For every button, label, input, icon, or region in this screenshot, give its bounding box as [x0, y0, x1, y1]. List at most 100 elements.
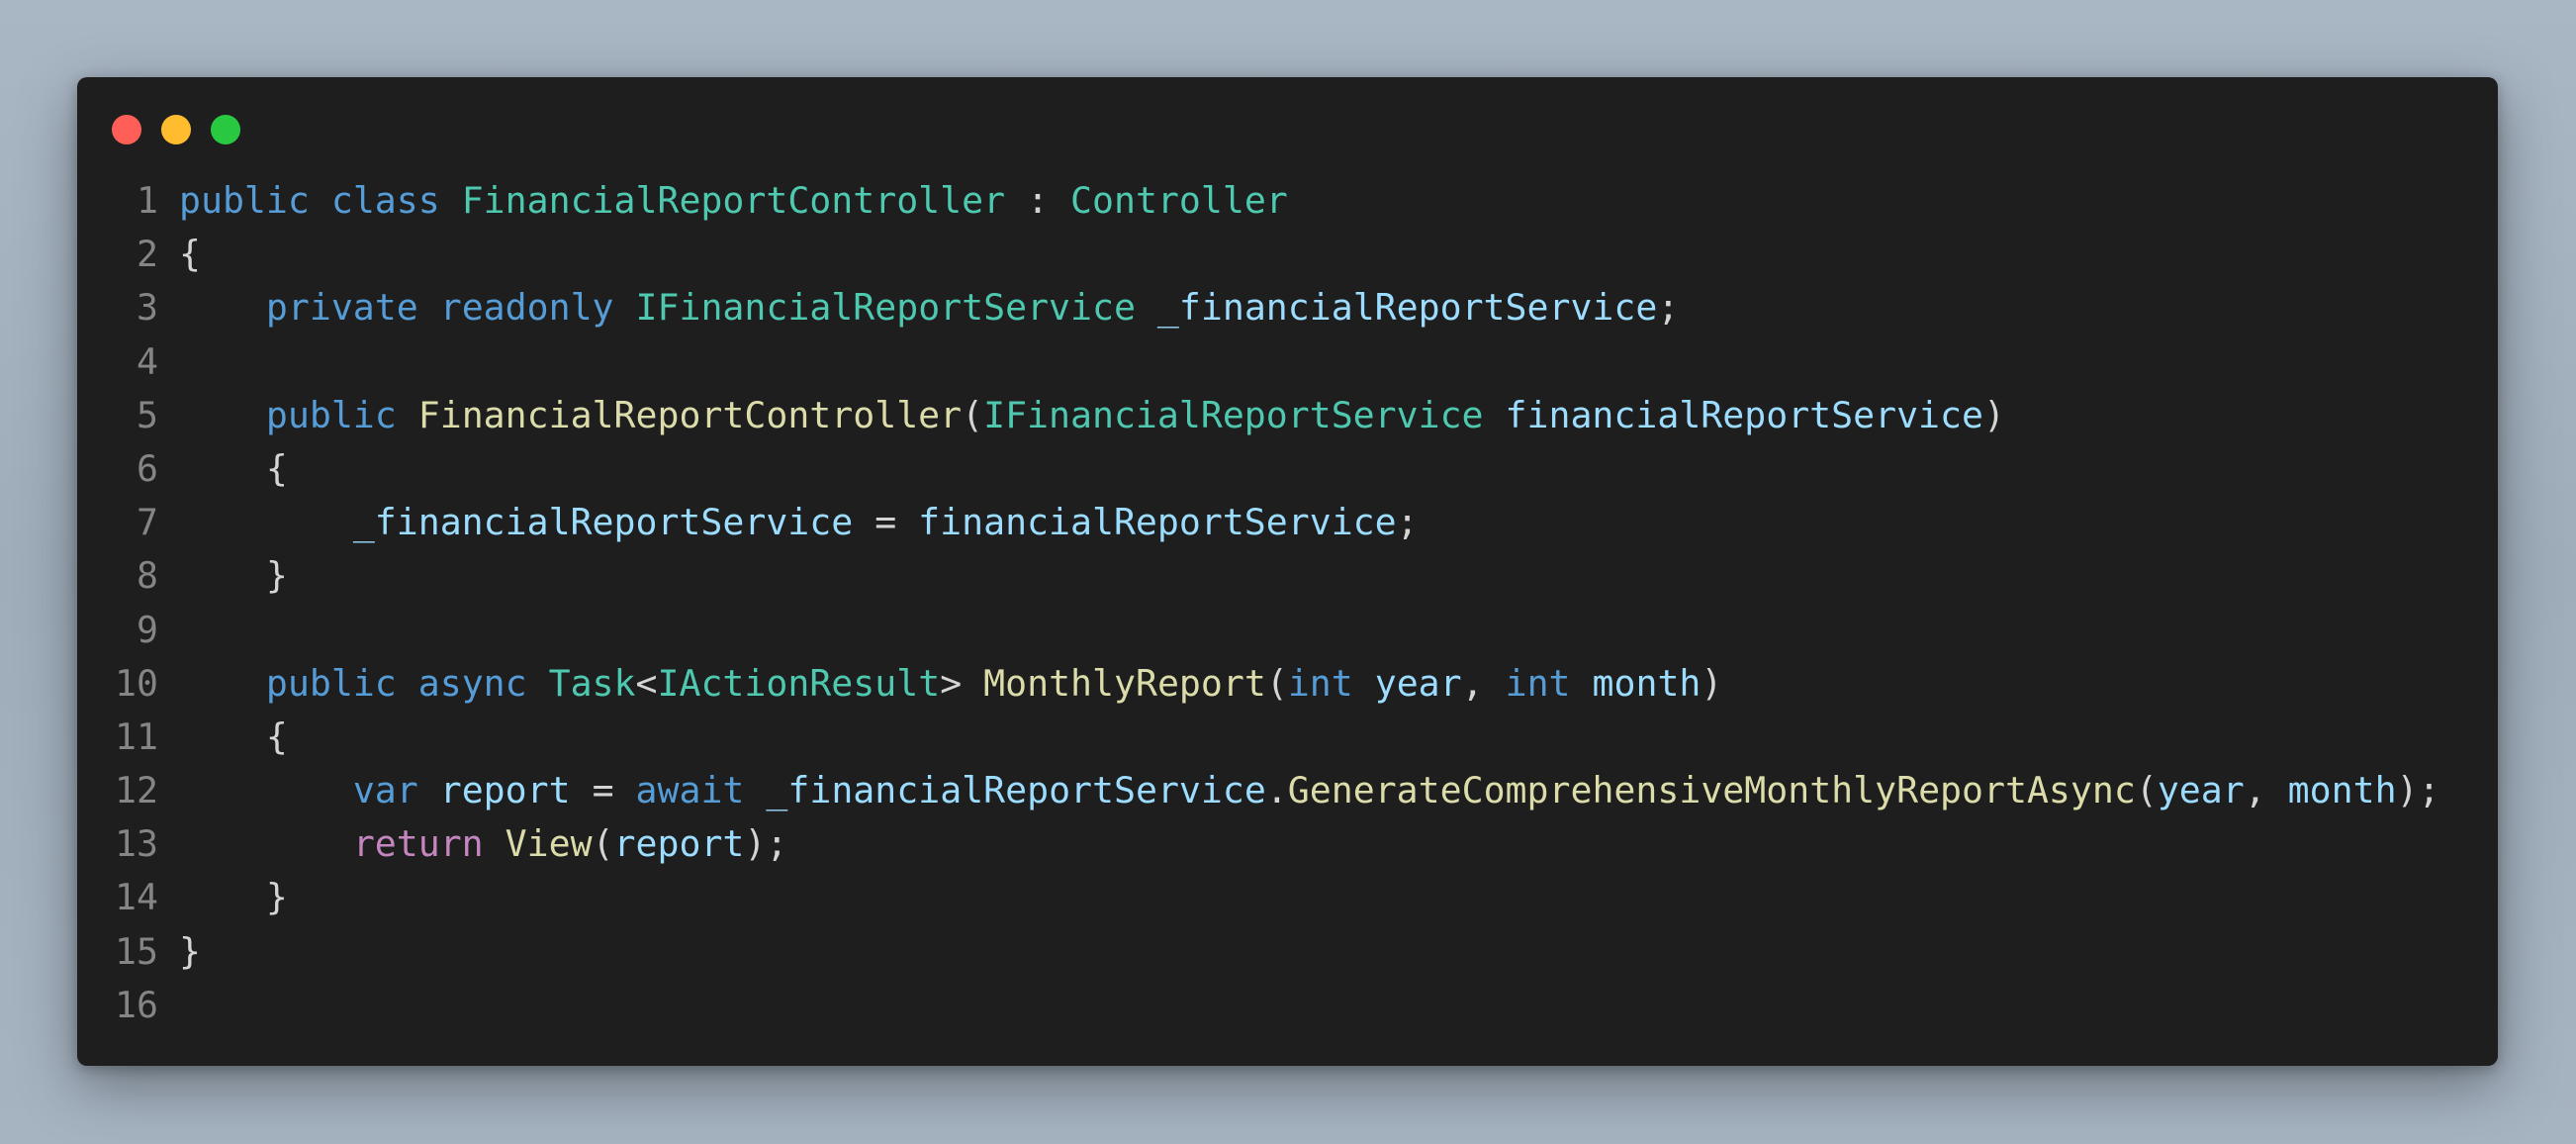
- code-editor[interactable]: 1 public class FinancialReportController …: [77, 174, 2498, 1032]
- line-number: 14: [115, 876, 158, 919]
- code-token: FinancialReportController: [417, 393, 963, 436]
- line-number: 15: [115, 929, 158, 973]
- code-token: GenerateComprehensiveMonthlyReportAsync: [1287, 769, 2136, 812]
- code-token: (: [592, 822, 614, 866]
- code-token: _financialReportService: [766, 769, 1266, 812]
- code-token: public: [265, 393, 397, 436]
- code-token: {: [179, 715, 288, 758]
- code-token: financialReportService: [1505, 393, 1983, 436]
- code-line: 15}: [77, 925, 2498, 979]
- line-number: 12: [115, 769, 158, 812]
- code-line: 8 }: [77, 549, 2498, 603]
- code-token: public: [265, 661, 397, 705]
- code-token: {: [179, 446, 288, 490]
- code-token: ): [1982, 393, 2005, 436]
- code-line: 1 public class FinancialReportController …: [77, 174, 2498, 228]
- close-button[interactable]: [112, 115, 141, 144]
- line-number: 16: [115, 983, 158, 1026]
- code-token: await: [635, 769, 745, 812]
- code-token: =: [570, 769, 636, 812]
- code-token: ;: [1657, 286, 1680, 330]
- line-text: {: [179, 442, 288, 496]
- code-token: class: [330, 179, 440, 222]
- maximize-button[interactable]: [211, 115, 240, 144]
- code-token: IFinancialReportService: [983, 393, 1484, 436]
- line-text: }: [179, 549, 288, 603]
- code-line: 11 {: [77, 711, 2498, 764]
- line-text: _financialReportService = financialRepor…: [179, 496, 1419, 549]
- line-text: {: [179, 711, 288, 764]
- code-token: month: [1592, 661, 1702, 705]
- code-token: <: [635, 661, 658, 705]
- code-token: );: [2396, 769, 2440, 812]
- line-text: public class FinancialReportController :…: [179, 174, 1288, 228]
- code-token: int: [1287, 661, 1353, 705]
- code-token: readonly: [439, 286, 614, 330]
- code-token: var: [352, 769, 418, 812]
- code-line: 3 private readonly IFinancialReportServi…: [77, 281, 2498, 334]
- code-token: Task: [548, 661, 636, 705]
- line-text: return View(report);: [179, 817, 788, 871]
- code-token: report: [613, 822, 745, 866]
- code-token: ,: [1461, 661, 1506, 705]
- minimize-button[interactable]: [161, 115, 191, 144]
- line-number: 4: [137, 339, 158, 383]
- code-line: 4: [77, 335, 2498, 389]
- line-number: 10: [115, 661, 158, 705]
- line-text: private readonly IFinancialReportService…: [179, 281, 1679, 334]
- code-token: _financialReportService: [1156, 286, 1658, 330]
- line-number: 13: [115, 822, 158, 866]
- code-line: 6 {: [77, 442, 2498, 496]
- code-line: 10 public async Task<IActionResult> Mont…: [77, 657, 2498, 711]
- code-window: 1 public class FinancialReportController …: [77, 77, 2498, 1066]
- code-line: 13 return View(report);: [77, 817, 2498, 871]
- code-line: 9: [77, 604, 2498, 657]
- line-text: public FinancialReportController(IFinanc…: [179, 389, 2005, 442]
- line-text: public async Task<IActionResult> Monthly…: [179, 657, 1722, 711]
- code-token: IFinancialReportService: [635, 286, 1136, 330]
- code-line: 5 public FinancialReportController(IFina…: [77, 389, 2498, 442]
- code-token: return: [352, 822, 484, 866]
- code-token: private: [265, 286, 418, 330]
- code-token: report: [439, 769, 571, 812]
- line-number: 11: [115, 715, 158, 758]
- code-token: IActionResult: [657, 661, 941, 705]
- code-token: MonthlyReport: [983, 661, 1266, 705]
- code-line: 7 _financialReportService = financialRep…: [77, 496, 2498, 549]
- code-line: 14 }: [77, 871, 2498, 924]
- line-number: 5: [137, 393, 158, 436]
- code-token: .: [1265, 769, 1288, 812]
- code-token: View: [505, 822, 593, 866]
- code-token: }: [179, 929, 201, 973]
- code-token: financialReportService: [918, 501, 1397, 544]
- code-token: _financialReportService: [352, 501, 854, 544]
- line-number: 7: [137, 501, 158, 544]
- line-number: 1: [137, 179, 158, 222]
- code-token: );: [744, 822, 788, 866]
- code-token: (: [2135, 769, 2158, 812]
- code-token: Controller: [1070, 179, 1288, 222]
- line-number: 9: [137, 608, 158, 651]
- code-line: 16: [77, 979, 2498, 1032]
- line-text: }: [179, 925, 201, 979]
- code-token: FinancialReportController: [461, 179, 1006, 222]
- code-token: int: [1505, 661, 1571, 705]
- line-number: 3: [137, 286, 158, 330]
- code-token: (: [962, 393, 984, 436]
- code-token: year: [1374, 661, 1462, 705]
- code-token: async: [417, 661, 527, 705]
- code-token: :: [1005, 179, 1071, 222]
